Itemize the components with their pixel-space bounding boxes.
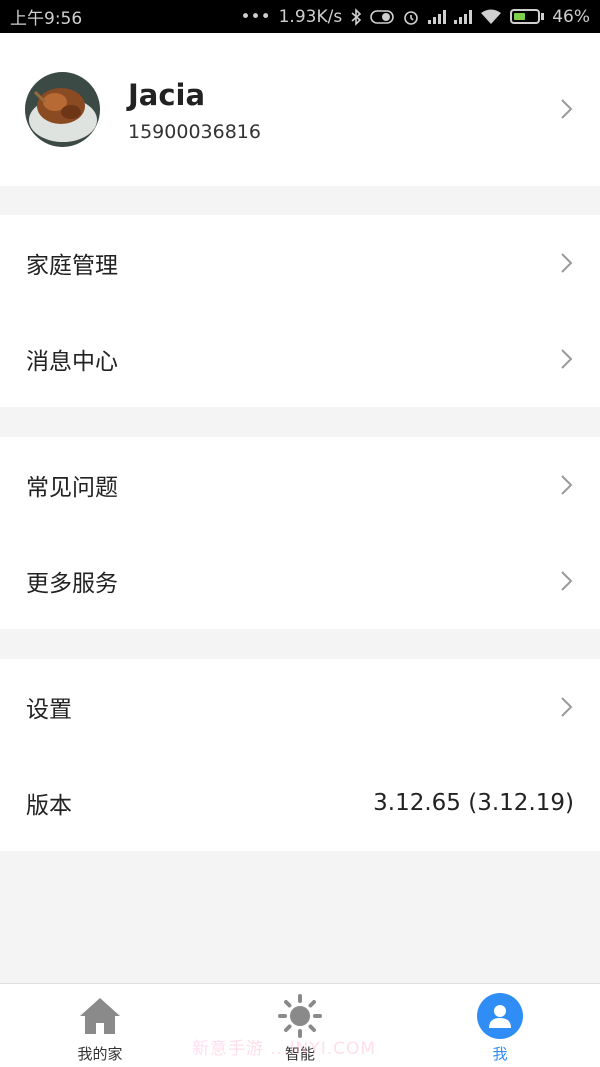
profile-info: Jacia 15900036816 xyxy=(128,77,261,143)
menu-item-faq[interactable]: 常见问题 xyxy=(0,437,600,533)
toggle-icon xyxy=(370,9,395,24)
menu-item-label: 设置 xyxy=(26,697,72,723)
tab-home[interactable]: 我的家 xyxy=(0,984,200,1067)
status-dots: ••• xyxy=(240,6,271,27)
tab-label: 我 xyxy=(492,1045,508,1063)
home-icon xyxy=(76,992,124,1040)
menu-item-more-services[interactable]: 更多服务 xyxy=(0,533,600,629)
chevron-right-icon xyxy=(561,697,573,717)
chevron-right-icon xyxy=(561,349,573,369)
chevron-right-icon xyxy=(561,571,573,591)
version-value: 3.12.65 (3.12.19) xyxy=(373,790,574,816)
avatar[interactable] xyxy=(25,72,100,147)
battery-icon xyxy=(510,9,545,24)
tab-label: 我的家 xyxy=(77,1045,123,1063)
menu-item-settings[interactable]: 设置 xyxy=(0,659,600,755)
watermark: 新意手游 ...INYI.COM xyxy=(192,1039,377,1059)
alarm-icon xyxy=(404,10,419,25)
menu-item-label: 版本 xyxy=(26,793,72,819)
menu-group-1: 家庭管理 消息中心 xyxy=(0,215,600,407)
network-speed: 1.93K/s xyxy=(278,6,343,27)
wifi-icon xyxy=(481,9,502,24)
menu-item-label: 家庭管理 xyxy=(26,253,118,279)
bluetooth-icon xyxy=(351,7,362,26)
sun-icon xyxy=(276,992,324,1040)
chevron-right-icon xyxy=(561,253,573,273)
chevron-right-icon xyxy=(561,99,573,119)
menu-item-label: 常见问题 xyxy=(26,475,118,501)
status-time: 上午9:56 xyxy=(10,9,83,29)
user-phone: 15900036816 xyxy=(128,120,261,143)
chevron-right-icon xyxy=(561,475,573,495)
signal-icon xyxy=(428,9,447,24)
menu-item-label: 消息中心 xyxy=(26,349,118,375)
user-name: Jacia xyxy=(128,77,206,112)
profile-card[interactable]: Jacia 15900036816 xyxy=(0,33,600,186)
menu-item-version: 版本 3.12.65 (3.12.19) xyxy=(0,755,600,851)
menu-item-label: 更多服务 xyxy=(26,571,118,597)
battery-percent: 46% xyxy=(552,6,590,27)
signal-icon-2 xyxy=(454,9,473,24)
status-bar: 上午9:56 ••• 1.93K/s 46% xyxy=(0,0,600,33)
user-icon xyxy=(476,992,524,1040)
status-icons: ••• 1.93K/s 46% xyxy=(241,7,590,27)
menu-group-2: 常见问题 更多服务 xyxy=(0,437,600,629)
menu-group-3: 设置 版本 3.12.65 (3.12.19) xyxy=(0,659,600,851)
menu-item-messages[interactable]: 消息中心 xyxy=(0,311,600,407)
tab-me[interactable]: 我 xyxy=(400,984,600,1067)
menu-item-family[interactable]: 家庭管理 xyxy=(0,215,600,311)
